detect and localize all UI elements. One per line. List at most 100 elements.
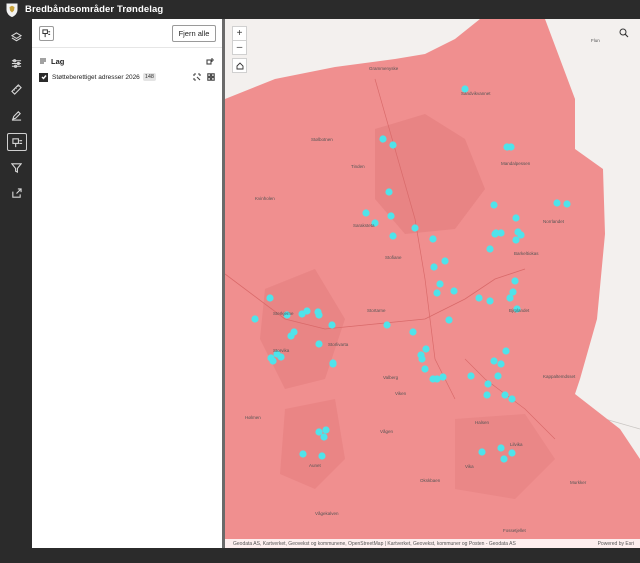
address-point[interactable]	[497, 229, 505, 237]
address-point[interactable]	[362, 209, 370, 217]
address-point[interactable]	[409, 328, 417, 336]
address-point[interactable]	[315, 340, 323, 348]
map-label: Sandvikvannet	[461, 91, 491, 96]
address-point[interactable]	[450, 287, 458, 295]
address-point[interactable]	[511, 277, 519, 285]
legend-button[interactable]	[7, 133, 27, 151]
address-point[interactable]	[441, 257, 449, 265]
address-point[interactable]	[430, 263, 438, 271]
filter-sliders-icon	[11, 58, 21, 68]
address-point[interactable]	[299, 450, 307, 458]
search-button[interactable]	[617, 26, 630, 39]
address-point[interactable]	[494, 372, 502, 380]
map-label: Kvinholen	[255, 196, 275, 201]
layer-item[interactable]: Støtteberettiget adresser 2026 148	[39, 71, 215, 83]
measure-ruler-icon	[10, 83, 22, 95]
address-point[interactable]	[421, 365, 429, 373]
address-point[interactable]	[387, 212, 395, 220]
address-point[interactable]	[433, 289, 441, 297]
attribution-text[interactable]: Geodata AS, Kartverket, Geovekst og komm…	[233, 541, 598, 547]
address-point[interactable]	[475, 294, 483, 302]
address-point[interactable]	[266, 294, 274, 302]
address-point[interactable]	[328, 321, 336, 329]
filter-sliders-button[interactable]	[7, 55, 25, 71]
address-point[interactable]	[429, 235, 437, 243]
address-point[interactable]	[506, 294, 514, 302]
address-point[interactable]	[315, 311, 323, 319]
address-point[interactable]	[251, 315, 259, 323]
panel-header: Fjern alle	[32, 19, 222, 48]
map-view[interactable]: + – Flun Grammenyske Sandvikvannet Stølb…	[225, 19, 640, 548]
table-view-icon[interactable]	[207, 73, 215, 81]
draw-pen-icon	[11, 110, 21, 121]
address-point[interactable]	[329, 359, 337, 367]
address-point[interactable]	[478, 448, 486, 456]
select-features-icon[interactable]	[193, 73, 201, 81]
feature-count-badge: 148	[142, 73, 156, 81]
address-point[interactable]	[385, 188, 393, 196]
draw-button[interactable]	[7, 107, 25, 123]
address-point[interactable]	[383, 321, 391, 329]
address-point[interactable]	[484, 380, 492, 388]
address-point[interactable]	[322, 426, 330, 434]
address-point[interactable]	[436, 280, 444, 288]
address-point[interactable]	[433, 375, 441, 383]
address-point[interactable]	[277, 353, 285, 361]
address-point[interactable]	[507, 143, 515, 151]
address-point[interactable]	[508, 395, 516, 403]
address-point[interactable]	[502, 347, 510, 355]
address-point[interactable]	[512, 214, 520, 222]
address-point[interactable]	[411, 224, 419, 232]
address-point[interactable]	[379, 135, 387, 143]
address-point[interactable]	[303, 307, 311, 315]
address-point[interactable]	[320, 433, 328, 441]
measure-button[interactable]	[7, 81, 25, 97]
address-point[interactable]	[486, 245, 494, 253]
layers-button[interactable]	[7, 29, 25, 45]
powered-by-text[interactable]: Powered by Esri	[598, 541, 634, 547]
address-point[interactable]	[418, 355, 426, 363]
address-point[interactable]	[287, 332, 295, 340]
funnel-icon	[10, 162, 22, 173]
address-point[interactable]	[467, 372, 475, 380]
layers-section-header[interactable]: Lag	[39, 55, 215, 67]
address-point[interactable]	[500, 455, 508, 463]
coat-of-arms-logo	[6, 3, 18, 17]
address-point[interactable]	[389, 232, 397, 240]
map-label: Stortarne	[367, 308, 386, 313]
address-point[interactable]	[490, 201, 498, 209]
map-label: Fossetjellet	[503, 528, 526, 533]
address-point[interactable]	[490, 357, 498, 365]
funnel-button[interactable]	[7, 159, 25, 175]
address-point[interactable]	[389, 141, 397, 149]
address-point[interactable]	[269, 357, 277, 365]
layer-name: Støtteberettiget adresser 2026	[52, 73, 140, 81]
address-point[interactable]	[483, 391, 491, 399]
layer-visibility-checkbox[interactable]	[39, 72, 48, 82]
address-point[interactable]	[512, 236, 520, 244]
address-point[interactable]	[486, 297, 494, 305]
address-point[interactable]	[318, 452, 326, 460]
address-point[interactable]	[445, 316, 453, 324]
map-label: Lilvika	[510, 442, 523, 447]
address-point[interactable]	[553, 199, 561, 207]
address-point[interactable]	[508, 449, 516, 457]
clear-all-button[interactable]: Fjern alle	[172, 25, 216, 42]
address-point[interactable]	[422, 345, 430, 353]
address-point[interactable]	[497, 360, 505, 368]
zoom-in-button[interactable]: +	[232, 26, 247, 41]
address-point[interactable]	[501, 391, 509, 399]
share-icon	[11, 187, 22, 198]
collapse-panel-button[interactable]	[39, 26, 54, 41]
address-point[interactable]	[497, 444, 505, 452]
app-title: Bredbåndsområder Trøndelag	[25, 4, 164, 15]
share-button[interactable]	[7, 185, 25, 201]
address-point[interactable]	[563, 200, 571, 208]
map-label: Barkeltiokas	[514, 251, 539, 256]
legend-icon	[42, 29, 51, 38]
map-label: Saraksteta	[353, 223, 375, 228]
home-button[interactable]	[232, 58, 247, 73]
add-layer-icon[interactable]	[206, 57, 215, 66]
zoom-out-button[interactable]: –	[232, 40, 247, 55]
side-toolbar	[0, 19, 32, 563]
